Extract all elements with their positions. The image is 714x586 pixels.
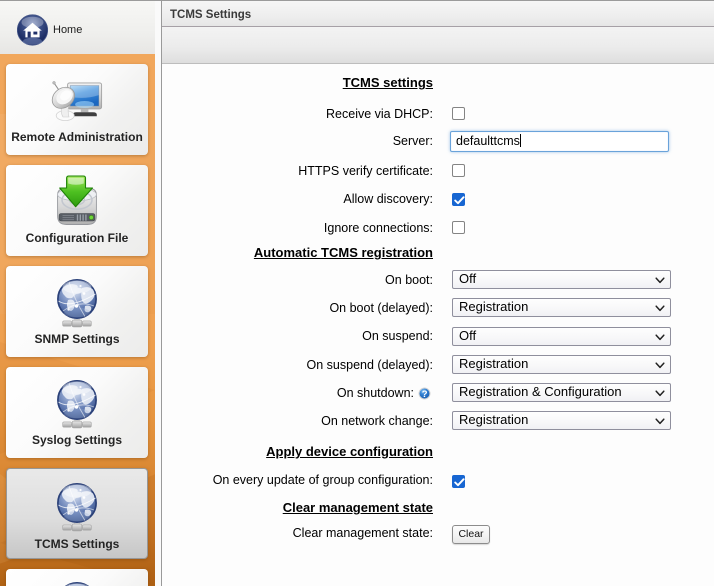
svg-text:?: ? (421, 389, 427, 400)
